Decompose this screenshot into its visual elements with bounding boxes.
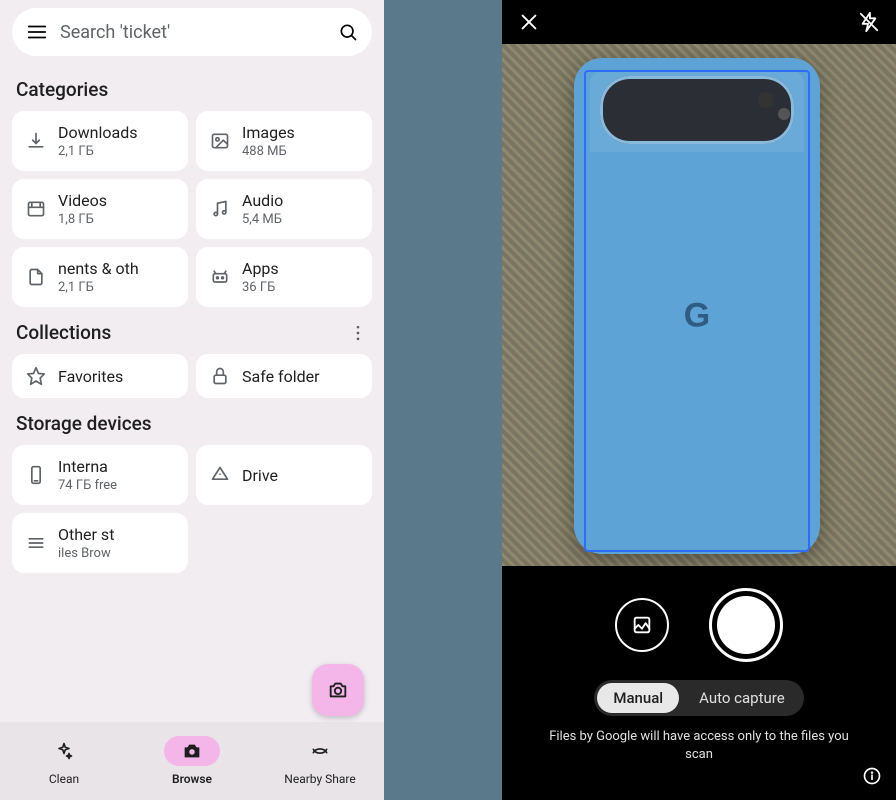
list-icon <box>26 533 46 553</box>
bottom-nav: Clean Browse Nearby Share <box>0 722 384 800</box>
camera-viewport: G <box>502 44 896 566</box>
mode-manual[interactable]: Manual <box>597 683 679 713</box>
storage-heading: Storage devices <box>0 398 384 445</box>
files-browse-screen: Search 'ticket' Categories Downloads2,1 … <box>0 0 384 800</box>
nearby-icon <box>310 741 330 761</box>
menu-icon[interactable] <box>26 21 48 43</box>
mode-auto-capture[interactable]: Auto capture <box>683 683 801 713</box>
camera-icon <box>327 679 349 701</box>
browse-icon <box>181 740 203 762</box>
category-audio[interactable]: Audio5,4 МБ <box>196 179 372 239</box>
flash-off-icon[interactable] <box>858 11 880 33</box>
storage-internal[interactable]: Interna74 ГБ free <box>12 445 188 505</box>
scanner-topbar <box>502 0 896 44</box>
category-videos[interactable]: Videos1,8 ГБ <box>12 179 188 239</box>
close-icon[interactable] <box>518 11 540 33</box>
shutter-inner <box>717 596 775 654</box>
gallery-button[interactable] <box>615 598 669 652</box>
android-icon <box>210 267 230 287</box>
storage-other[interactable]: Other stiles Brow <box>12 513 188 573</box>
sparkle-icon <box>54 741 74 761</box>
scanner-screen: G Manual Auto capture Files by Google wi… <box>502 0 896 800</box>
drive-icon <box>210 465 230 485</box>
panel-divider <box>384 0 502 800</box>
category-apps[interactable]: Apps36 ГБ <box>196 247 372 307</box>
document-icon <box>26 267 46 287</box>
more-icon[interactable] <box>348 323 368 343</box>
collection-favorites[interactable]: Favorites <box>12 354 188 398</box>
storage-grid: Interna74 ГБ free Drive Other stiles Bro… <box>0 445 384 573</box>
scanner-controls: Manual Auto capture Files by Google will… <box>502 566 896 800</box>
scanner-disclaimer: Files by Google will have access only to… <box>549 728 849 763</box>
nav-nearby-share[interactable]: Nearby Share <box>256 722 384 800</box>
collections-heading: Collections <box>16 321 111 344</box>
download-icon <box>26 131 46 151</box>
music-icon <box>210 199 230 219</box>
shutter-button[interactable] <box>709 588 783 662</box>
categories-heading: Categories <box>0 64 384 111</box>
nav-browse[interactable]: Browse <box>128 722 256 800</box>
category-images[interactable]: Images488 МБ <box>196 111 372 171</box>
detection-frame <box>584 70 810 552</box>
categories-grid: Downloads2,1 ГБ Images488 МБ Videos1,8 Г… <box>0 111 384 307</box>
scan-fab[interactable] <box>312 664 364 716</box>
search-icon[interactable] <box>338 22 358 42</box>
category-documents[interactable]: nents & oth2,1 ГБ <box>12 247 188 307</box>
star-icon <box>26 366 46 386</box>
collection-safe-folder[interactable]: Safe folder <box>196 354 372 398</box>
category-downloads[interactable]: Downloads2,1 ГБ <box>12 111 188 171</box>
image-icon <box>210 131 230 151</box>
collections-grid: Favorites Safe folder <box>0 354 384 398</box>
nav-clean[interactable]: Clean <box>0 722 128 800</box>
film-icon <box>26 199 46 219</box>
lock-icon <box>210 366 230 386</box>
storage-drive[interactable]: Drive <box>196 445 372 505</box>
phone-icon <box>26 465 46 485</box>
info-icon[interactable] <box>862 766 882 786</box>
gallery-icon <box>631 614 653 636</box>
search-bar[interactable]: Search 'ticket' <box>12 8 372 56</box>
search-placeholder: Search 'ticket' <box>60 22 326 43</box>
capture-mode-toggle: Manual Auto capture <box>594 680 803 716</box>
